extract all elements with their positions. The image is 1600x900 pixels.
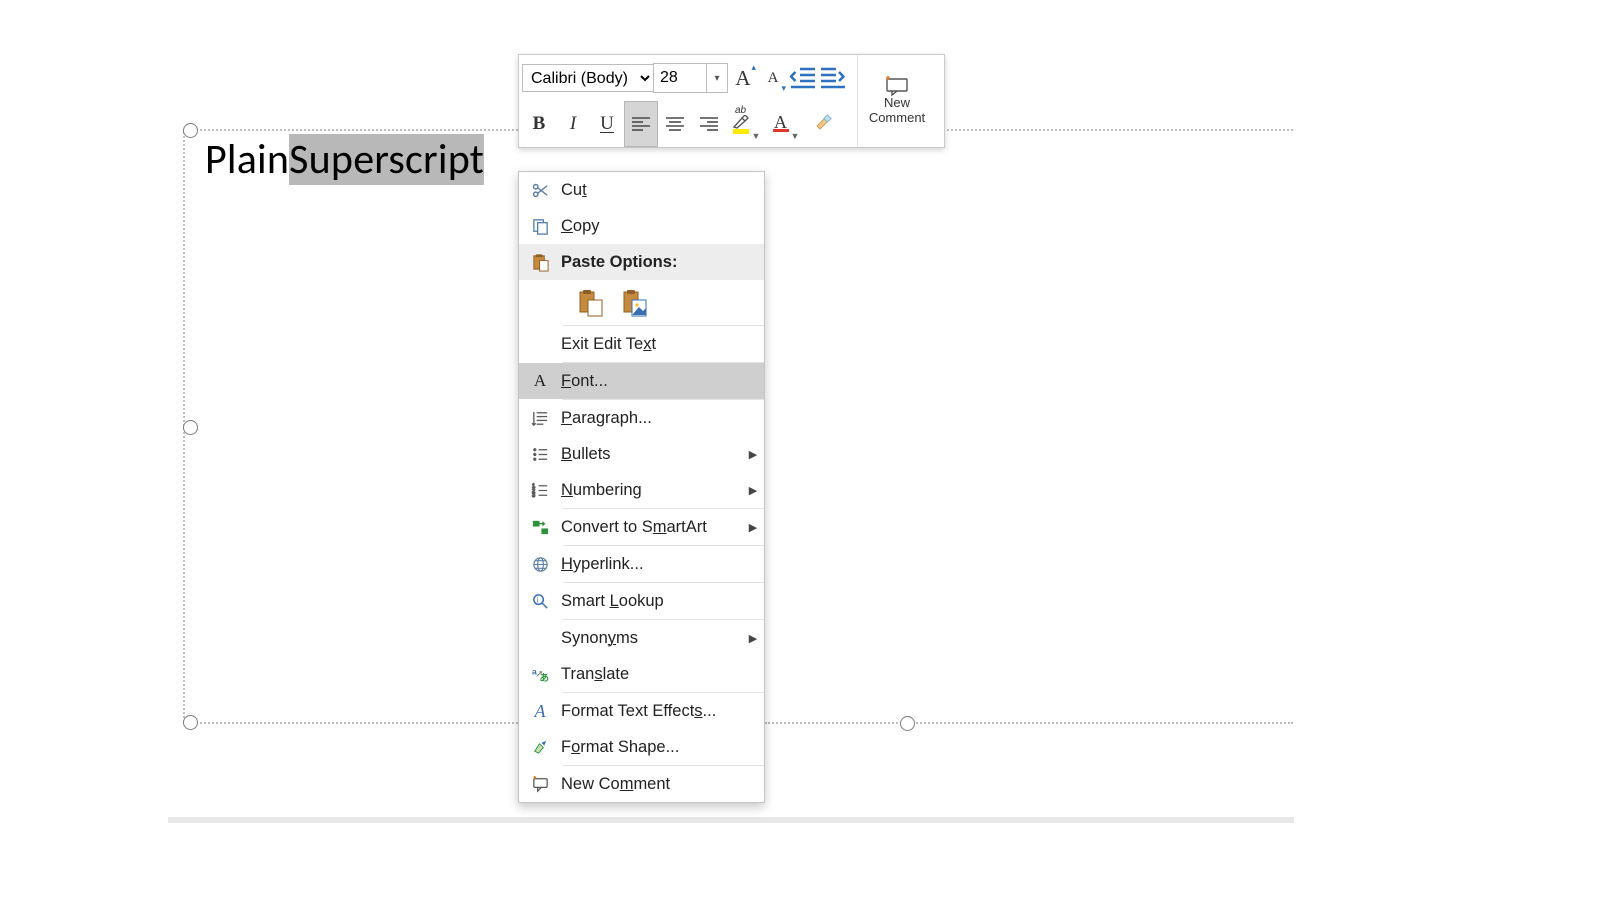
bold-button[interactable]: B [522, 101, 556, 147]
italic-button[interactable]: I [556, 101, 590, 147]
ctx-exit-edit-text[interactable]: Exit Edit Text [519, 326, 764, 362]
slide-footer-band [168, 817, 1294, 823]
resize-handle-bottom-mid[interactable] [900, 716, 915, 731]
format-shape-icon [519, 738, 561, 757]
shrink-font-button[interactable]: A ▾ [758, 55, 788, 101]
slide-text-selected: Superscript [289, 134, 484, 185]
ctx-numbering[interactable]: 1 2 3 Numbering ▶ [519, 472, 764, 508]
mini-toolbar: Calibri (Body) ▾ A ▴ A ▾ [518, 54, 945, 148]
text-effects-icon: A [519, 701, 561, 722]
ctx-bullets[interactable]: Bullets ▶ [519, 436, 764, 472]
paragraph-icon [519, 409, 561, 428]
ctx-hyperlink[interactable]: Hyperlink... [519, 546, 764, 582]
paste-icon [519, 253, 561, 272]
smartart-icon [519, 518, 561, 537]
ctx-synonyms[interactable]: Synonyms ▶ [519, 620, 764, 656]
textbox-content[interactable]: PlainSuperscript [205, 134, 484, 185]
format-painter-button[interactable] [806, 101, 840, 147]
ctx-convert-smartart[interactable]: Convert to SmartArt ▶ [519, 509, 764, 545]
translate-icon: a あ [519, 665, 561, 684]
align-center-button[interactable] [658, 101, 692, 147]
globe-icon [519, 555, 561, 574]
ctx-format-shape[interactable]: Format Shape... [519, 729, 764, 765]
submenu-arrow-icon: ▶ [742, 448, 764, 461]
new-comment-line1: New [884, 96, 910, 111]
paste-picture-button[interactable] [619, 287, 651, 319]
slide-text-plain: Plain [205, 134, 289, 185]
submenu-arrow-icon: ▶ [742, 632, 764, 645]
search-icon: i [519, 592, 561, 611]
context-menu: Cut Copy Paste Options: [518, 171, 765, 803]
ctx-new-comment[interactable]: New Comment [519, 766, 764, 802]
grow-font-button[interactable]: A ▴ [728, 55, 758, 101]
svg-text:あ: あ [539, 672, 549, 684]
underline-button[interactable]: U [590, 101, 624, 147]
ctx-format-text-effects[interactable]: A Format Text Effects... [519, 693, 764, 729]
resize-handle-mid-left[interactable] [183, 420, 198, 435]
copy-icon [519, 217, 561, 236]
ctx-paste-options [519, 280, 764, 325]
highlight-button[interactable]: ab ▼ [726, 101, 766, 147]
resize-handle-top-left[interactable] [183, 123, 198, 138]
ctx-smart-lookup[interactable]: i Smart Lookup [519, 583, 764, 619]
ctx-translate[interactable]: a あ Translate [519, 656, 764, 692]
decrease-indent-button[interactable] [788, 55, 818, 101]
submenu-arrow-icon: ▶ [742, 484, 764, 497]
svg-text:i: i [536, 595, 538, 604]
numbering-icon: 1 2 3 [519, 481, 561, 500]
new-comment-line2: Comment [869, 111, 925, 126]
font-name-select[interactable]: Calibri (Body) [522, 64, 654, 92]
align-left-button[interactable] [624, 101, 658, 147]
comment-icon [519, 775, 561, 794]
ctx-cut[interactable]: Cut [519, 172, 764, 208]
paste-keep-source-button[interactable] [575, 287, 607, 319]
font-size-input[interactable] [653, 63, 706, 93]
resize-handle-bottom-left[interactable] [183, 715, 198, 730]
submenu-arrow-icon: ▶ [742, 521, 764, 534]
font-size-dropdown[interactable]: ▾ [706, 63, 728, 93]
letter-a-icon: A [519, 371, 561, 391]
align-right-button[interactable] [692, 101, 726, 147]
scissors-icon [519, 181, 561, 200]
svg-text:3: 3 [531, 493, 534, 499]
ctx-font[interactable]: A Font... [519, 363, 764, 399]
new-comment-button[interactable]: New Comment [858, 55, 936, 147]
svg-text:a: a [531, 666, 536, 676]
ctx-paragraph[interactable]: Paragraph... [519, 400, 764, 436]
ctx-paste-header: Paste Options: [519, 244, 764, 280]
font-color-button[interactable]: A ▼ [766, 101, 806, 147]
increase-indent-button[interactable] [818, 55, 848, 101]
ctx-copy[interactable]: Copy [519, 208, 764, 244]
bullets-icon [519, 445, 561, 464]
